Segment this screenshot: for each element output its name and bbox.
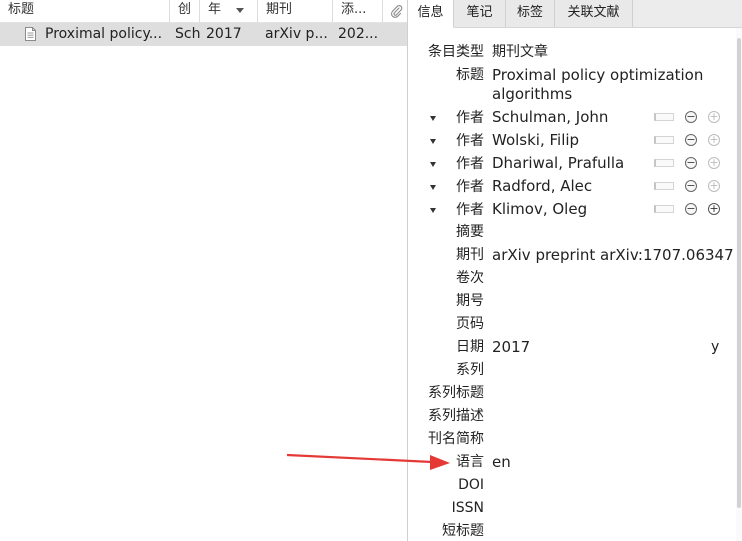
tab-related[interactable]: 关联文献 (555, 0, 633, 27)
remove-creator-icon[interactable]: − (685, 111, 697, 123)
tab-tags[interactable]: 标签 (506, 0, 555, 27)
scrollbar-thumb[interactable] (737, 38, 741, 508)
item-type-value[interactable]: 期刊文章 (492, 43, 548, 62)
creator-name[interactable]: Schulman, John (492, 108, 608, 127)
tab-notes[interactable]: 笔记 (454, 0, 506, 27)
remove-creator-icon[interactable]: − (685, 180, 697, 192)
add-creator-icon[interactable]: + (708, 134, 720, 146)
table-row[interactable]: Proximal policy... Sch 2017 arXiv p... 2… (0, 23, 407, 46)
title-label: 标题 (456, 67, 484, 83)
row-date-added: 202... (338, 26, 379, 42)
add-creator-icon[interactable]: + (708, 111, 720, 123)
journal-abbreviation-label: 刊名简称 (428, 431, 484, 447)
item-tabs: 信息 笔记 标签 关联文献 (408, 0, 742, 28)
column-header-creator[interactable]: 创 (170, 0, 200, 22)
creator-name[interactable]: Klimov, Oleg (492, 200, 587, 219)
creator-role-label[interactable]: 作者 (456, 108, 484, 128)
series-title-label: 系列标题 (428, 385, 484, 401)
series-label: 系列 (456, 362, 484, 378)
issn-label: ISSN (451, 500, 484, 516)
creator-role-label[interactable]: 作者 (456, 154, 484, 174)
column-header-date-added[interactable]: 添... (333, 0, 383, 22)
add-creator-icon[interactable]: + (708, 203, 720, 215)
title-value[interactable]: Proximal policy optimization algorithms (492, 66, 712, 104)
name-mode-switch-icon[interactable] (654, 113, 674, 121)
pages-label: 页码 (456, 316, 484, 332)
chevron-down-icon[interactable] (430, 116, 436, 121)
creator-role-label[interactable]: 作者 (456, 177, 484, 197)
remove-creator-icon[interactable]: − (685, 157, 697, 169)
date-value[interactable]: 2017 (492, 338, 530, 357)
creator-name[interactable]: Radford, Alec (492, 177, 592, 196)
item-type-label: 条目类型 (428, 44, 484, 60)
remove-creator-icon[interactable]: − (685, 203, 697, 215)
column-header-title[interactable]: 标题 (0, 0, 170, 22)
row-publication: arXiv p... (265, 26, 328, 42)
remove-creator-icon[interactable]: − (685, 134, 697, 146)
column-header-publication[interactable]: 期刊 (258, 0, 333, 22)
tab-info[interactable]: 信息 (408, 0, 454, 28)
date-label: 日期 (456, 339, 484, 355)
row-creator: Sch (175, 26, 201, 42)
items-pane: 标题 创 年 期刊 添... Proximal policy... Sch 20… (0, 0, 407, 541)
chevron-down-icon[interactable] (430, 162, 436, 167)
abstract-label: 摘要 (456, 224, 484, 240)
sort-descending-icon (236, 8, 244, 13)
date-format-indicator: y (711, 339, 720, 355)
name-mode-switch-icon[interactable] (654, 205, 674, 213)
chevron-down-icon[interactable] (430, 208, 436, 213)
name-mode-switch-icon[interactable] (654, 182, 674, 190)
chevron-down-icon[interactable] (430, 185, 436, 190)
publication-value[interactable]: arXiv preprint arXiv:1707.06347 (492, 246, 734, 265)
chevron-down-icon[interactable] (430, 139, 436, 144)
creator-role-label[interactable]: 作者 (456, 131, 484, 151)
add-creator-icon[interactable]: + (708, 180, 720, 192)
language-value[interactable]: en (492, 453, 511, 472)
name-mode-switch-icon[interactable] (654, 136, 674, 144)
creator-role-label[interactable]: 作者 (456, 200, 484, 220)
creator-name[interactable]: Wolski, Filip (492, 131, 579, 150)
short-title-label: 短标题 (442, 523, 484, 539)
column-header-year[interactable]: 年 (200, 0, 258, 22)
row-title: Proximal policy... (45, 26, 163, 42)
items-table-header: 标题 创 年 期刊 添... (0, 0, 407, 23)
name-mode-switch-icon[interactable] (654, 159, 674, 167)
doi-label: DOI (458, 477, 484, 493)
series-text-label: 系列描述 (428, 408, 484, 424)
journal-article-icon (25, 27, 36, 41)
add-creator-icon[interactable]: + (708, 157, 720, 169)
issue-label: 期号 (456, 293, 484, 309)
language-label: 语言 (456, 454, 484, 470)
item-pane: 信息 笔记 标签 关联文献 条目类型 期刊文章 标题 Proximal poli… (408, 0, 742, 541)
publication-label: 期刊 (456, 247, 484, 263)
row-year: 2017 (206, 26, 242, 42)
attachment-paperclip-icon[interactable] (389, 4, 403, 18)
item-pane-scrollbar[interactable] (736, 28, 742, 541)
creator-name[interactable]: Dhariwal, Prafulla (492, 154, 624, 173)
volume-label: 卷次 (456, 270, 484, 286)
